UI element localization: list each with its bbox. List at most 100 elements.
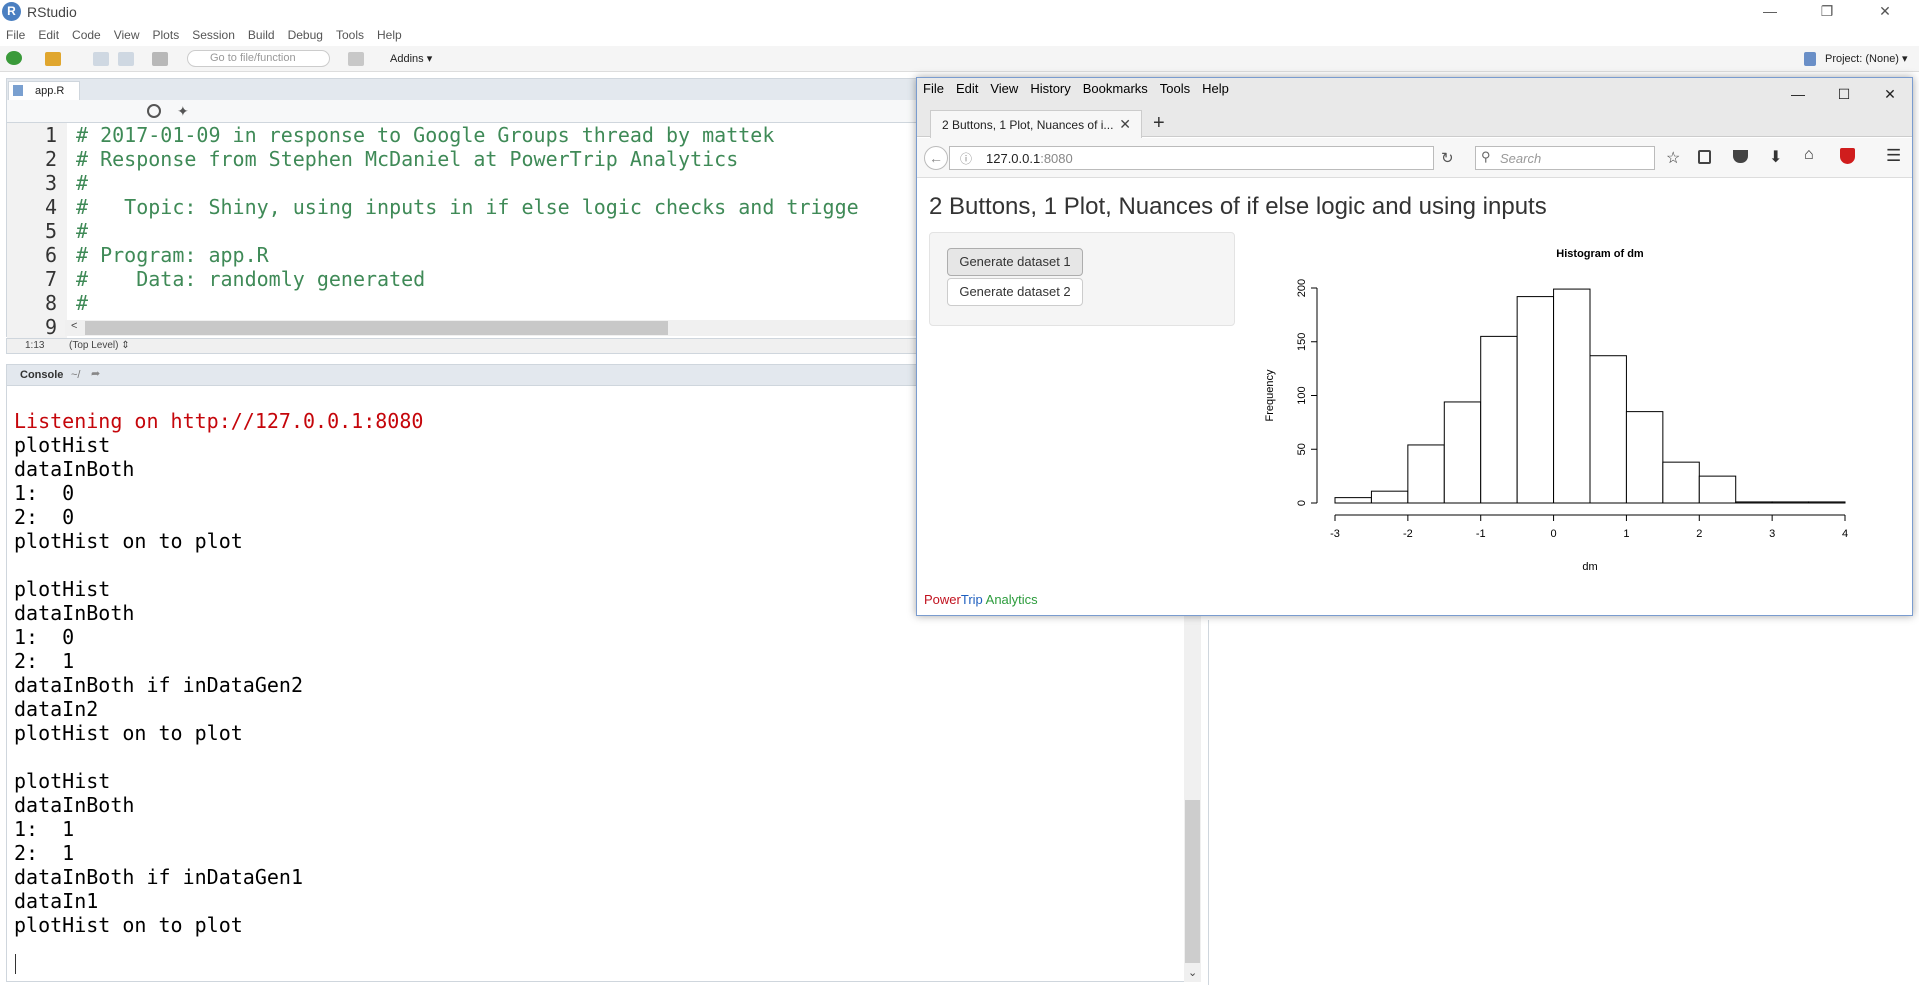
grid-layout-icon[interactable] [348,52,364,66]
console-line: plotHist [14,769,111,793]
ff-menu-bookmarks[interactable]: Bookmarks [1083,81,1148,96]
menu-code[interactable]: Code [72,28,101,42]
ff-menu-view[interactable]: View [990,81,1018,96]
x-tick-label: -2 [1403,528,1413,540]
x-tick-label: 1 [1623,528,1629,540]
histogram-bar [1516,296,1555,504]
menu-build[interactable]: Build [248,28,275,42]
ff-menu-help[interactable]: Help [1202,81,1229,96]
menu-session[interactable]: Session [192,28,235,42]
home-icon[interactable]: ⌂ [1804,146,1814,164]
minimize-icon[interactable]: — [1747,0,1793,24]
pocket-icon[interactable] [1733,150,1748,163]
console-line: 1: 0 [14,625,75,649]
code-line: # Program: app.R [76,243,269,267]
ff-menu-history[interactable]: History [1030,81,1070,96]
menu-view[interactable]: View [114,28,140,42]
back-icon[interactable]: ← [924,146,948,170]
y-tick-label: 50 [1296,443,1308,455]
rstudio-title-bar [0,0,1919,24]
console-line: 1: 1 [14,817,75,841]
histogram-bar [1625,411,1664,504]
url-port: :8080 [1040,151,1073,166]
ff-menu-edit[interactable]: Edit [956,81,978,96]
ff-menu-tools[interactable]: Tools [1160,81,1190,96]
cursor-position: 1:13 [25,340,45,351]
magic-wand-icon[interactable]: ✦ [177,103,193,119]
page-title: 2 Buttons, 1 Plot, Nuances of if else lo… [929,193,1547,220]
console-line: plotHist on to plot [14,529,243,553]
y-tick-label: 0 [1296,500,1308,506]
scroll-left-icon[interactable]: < [71,320,77,332]
right-pane [1208,620,1919,985]
download-icon[interactable]: ⬇ [1769,147,1782,167]
menu-plots[interactable]: Plots [153,28,180,42]
addins-button[interactable]: Addins ▾ [390,52,432,65]
reload-icon[interactable]: ↻ [1441,149,1454,167]
x-tick-label: 4 [1842,528,1848,540]
project-menu[interactable]: Project: (None) ▾ [1825,52,1908,65]
url-host: 127.0.0.1 [986,151,1041,166]
console-path: ~/ [71,369,81,381]
site-info-icon[interactable]: ⓘ [960,150,972,167]
goto-file-input[interactable]: Go to file/function [187,50,330,67]
shield-icon[interactable] [1840,148,1855,164]
restore-icon[interactable]: ❐ [1804,0,1850,24]
code-line: # Topic: Shiny, using inputs in if else … [76,195,859,219]
x-axis-label: dm [1582,561,1597,573]
x-tick-label: 0 [1551,528,1557,540]
histogram-bar [1480,335,1518,504]
hamburger-menu-icon[interactable]: ☰ [1886,146,1901,166]
search-input[interactable]: Search [1475,146,1655,170]
bookmark-star-icon[interactable]: ☆ [1666,148,1680,168]
generate-dataset-2-button[interactable]: Generate dataset 2 [947,278,1083,306]
save-icon[interactable] [93,52,109,66]
print-icon[interactable] [152,52,168,66]
generate-dataset-1-button[interactable]: Generate dataset 1 [947,248,1083,276]
menu-file[interactable]: File [6,28,25,42]
reading-list-icon[interactable] [1698,150,1711,164]
y-tick-label: 150 [1296,333,1308,351]
scroll-down-icon[interactable]: ⌄ [1188,966,1197,979]
histogram-bar [1698,475,1737,504]
menu-debug[interactable]: Debug [288,28,323,42]
new-tab-icon[interactable]: + [1153,112,1165,135]
save-all-icon[interactable] [118,52,134,66]
code-line: # Data: randomly generated [76,267,426,291]
x-tick-label: -1 [1476,528,1486,540]
editor-scroll-thumb[interactable] [85,321,668,335]
go-to-directory-icon[interactable]: ➦ [91,367,100,380]
open-folder-icon[interactable] [45,52,61,66]
browser-tab[interactable]: 2 Buttons, 1 Plot, Nuances of i... ✕ [930,110,1142,138]
scope-indicator[interactable]: (Top Level) ⇕ [69,340,130,351]
new-file-icon[interactable] [6,51,22,65]
console-scroll-thumb[interactable] [1185,800,1200,963]
menu-tools[interactable]: Tools [336,28,364,42]
window-title: RStudio [27,4,77,20]
histogram-bar [1334,497,1372,504]
find-icon[interactable] [147,104,161,118]
console-line: 2: 1 [14,841,75,865]
console-line: 2: 1 [14,649,75,673]
menu-edit[interactable]: Edit [38,28,59,42]
histogram-bar [1370,490,1409,504]
close-icon[interactable]: ✕ [1862,0,1908,24]
footer-analytics: Analytics [982,592,1038,607]
x-tick-label: 2 [1696,528,1702,540]
browser-tab-title: 2 Buttons, 1 Plot, Nuances of i... [942,118,1114,132]
chart-title: Histogram of dm [1556,248,1644,260]
menu-help[interactable]: Help [377,28,402,42]
url-bar[interactable]: 127.0.0.1:8080 [949,146,1434,170]
histogram-bar [1808,501,1846,504]
addins-label: Addins [390,53,424,65]
tab-close-icon[interactable]: ✕ [1119,116,1131,133]
x-tick-label: -3 [1330,528,1340,540]
search-icon: ⚲ [1481,149,1491,164]
console-line: dataInBoth if inDataGen2 [14,673,303,697]
console-line: plotHist on to plot [14,721,243,745]
ff-menu-file[interactable]: File [923,81,944,96]
code-line: # [76,171,89,195]
y-tick-label: 200 [1296,279,1308,297]
x-tick-label: 3 [1769,528,1775,540]
console-line: plotHist on to plot [14,913,243,937]
